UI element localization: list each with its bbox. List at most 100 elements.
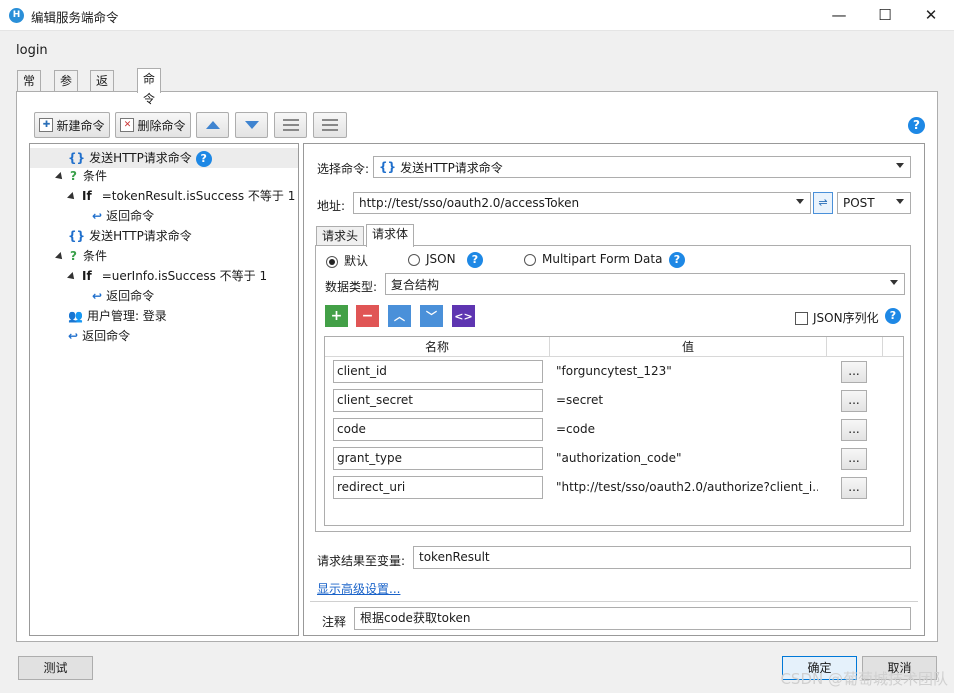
tree-item-condition[interactable]: ? 条件 (30, 166, 107, 186)
command-tree[interactable]: {} 发送HTTP请求命令 ? ? 条件 If =tokenResult.isSucc… (29, 143, 299, 636)
new-command-label: 新建命令 (56, 118, 105, 133)
tree-item-label: 发送HTTP请求命令 (89, 229, 192, 243)
select-command-value: 发送HTTP请求命令 (400, 160, 503, 175)
tab-parameters[interactable]: 参数 (54, 70, 79, 108)
maximize-button[interactable]: ☐ (862, 0, 908, 31)
add-row-button[interactable]: + (325, 305, 348, 327)
tab-request-headers[interactable]: 请求头 (316, 226, 365, 247)
help-icon[interactable]: ? (885, 308, 901, 324)
tab-return-value[interactable]: 返回值 (90, 70, 115, 128)
collapse-icon[interactable] (55, 251, 65, 262)
tree-item-http-request[interactable]: {} 发送HTTP请求命令 ? (30, 148, 298, 168)
help-icon[interactable]: ? (669, 252, 685, 268)
help-icon[interactable]: ? (467, 252, 483, 268)
address-value: http://test/sso/oauth2.0/accessToken (359, 196, 580, 210)
param-edit-button[interactable]: ... (841, 419, 867, 441)
tree-item-label: 返回命令 (106, 289, 155, 303)
param-edit-button[interactable]: ... (841, 477, 867, 499)
json-serialize-checkbox[interactable]: JSON序列化 (795, 309, 879, 326)
param-value[interactable]: "forguncytest_123" (556, 360, 818, 383)
app-logo-icon: H (9, 8, 24, 23)
chevron-down-icon (890, 280, 898, 285)
minimize-button[interactable]: — (816, 0, 862, 31)
formula-editor-icon[interactable]: ⇌ (813, 192, 833, 214)
condition-icon: ? (70, 169, 77, 183)
move-up-button[interactable] (196, 112, 229, 138)
return-icon: ↩ (92, 289, 103, 303)
outdent-button[interactable] (313, 112, 347, 138)
show-advanced-link[interactable]: 显示高级设置... (317, 580, 400, 597)
delete-command-button[interactable]: ✕ 删除命令 (115, 112, 191, 138)
param-name-input[interactable]: client_secret (333, 389, 543, 412)
tree-item-label: 返回命令 (106, 209, 155, 223)
tab-request-body[interactable]: 请求体 (366, 224, 415, 247)
delete-row-button[interactable]: − (356, 305, 379, 327)
param-edit-button[interactable]: ... (841, 448, 867, 470)
method-dropdown[interactable]: POST (837, 192, 911, 214)
result-var-input[interactable]: tokenResult (413, 546, 911, 569)
chevron-down-icon: ﹀ (426, 310, 437, 323)
collapse-icon[interactable] (67, 271, 77, 282)
new-command-button[interactable]: ✚ 新建命令 (34, 112, 110, 138)
delete-command-icon: ✕ (120, 118, 135, 132)
tree-item-label: 发送HTTP请求命令 (89, 151, 192, 165)
param-edit-button[interactable]: ... (841, 361, 867, 383)
param-value[interactable]: =secret (556, 389, 818, 412)
radio-multipart[interactable]: Multipart Form Data (524, 252, 662, 266)
json-serialize-label: JSON序列化 (813, 311, 879, 325)
param-edit-button[interactable]: ... (841, 390, 867, 412)
chevron-down-icon (796, 199, 804, 204)
return-icon: ↩ (68, 329, 79, 343)
radio-json-label: JSON (426, 252, 456, 266)
tree-item-if[interactable]: If =uerInfo.isSuccess 不等于 1 (30, 266, 267, 286)
column-header-value: 值 (550, 337, 827, 357)
tree-item-return[interactable]: ↩ 返回命令 (30, 206, 154, 226)
comment-input[interactable]: 根据code获取token (354, 607, 911, 630)
http-request-icon: {} (379, 160, 397, 174)
row-up-button[interactable]: ︿ (388, 305, 411, 327)
result-var-label: 请求结果至变量: (317, 554, 406, 568)
tree-item-if[interactable]: If =tokenResult.isSuccess 不等于 1 (30, 186, 295, 206)
indent-button[interactable] (274, 112, 307, 138)
delete-command-label: 删除命令 (137, 118, 186, 133)
param-name-input[interactable]: redirect_uri (333, 476, 543, 499)
radio-default[interactable]: 默认 (326, 252, 368, 269)
tree-item-return[interactable]: ↩ 返回命令 (30, 326, 130, 346)
collapse-icon[interactable] (55, 171, 65, 182)
row-down-button[interactable]: ﹀ (420, 305, 443, 327)
tab-commands[interactable]: 命令 (137, 68, 162, 106)
help-icon[interactable]: ? (195, 150, 212, 167)
param-name-input[interactable]: grant_type (333, 447, 543, 470)
tab-general[interactable]: 常规 (17, 70, 42, 108)
address-label: 地址: (317, 199, 346, 213)
param-value[interactable]: "http://test/sso/oauth2.0/authorize?clie… (556, 476, 818, 499)
param-name-input[interactable]: code (333, 418, 543, 441)
test-button[interactable]: 测试 (18, 656, 93, 680)
tree-item-condition[interactable]: ? 条件 (30, 246, 107, 266)
checkbox-icon (795, 312, 808, 325)
close-button[interactable]: ✕ (908, 0, 954, 31)
data-type-dropdown[interactable]: 复合结构 (385, 273, 905, 295)
param-value[interactable]: "authorization_code" (556, 447, 818, 470)
radio-json[interactable]: JSON (408, 252, 456, 266)
code-view-button[interactable]: <> (452, 305, 475, 327)
param-value[interactable]: =code (556, 418, 818, 441)
grid-header: 名称 值 (325, 337, 903, 357)
tree-item-http-request[interactable]: {} 发送HTTP请求命令 (30, 226, 192, 246)
divider (310, 601, 918, 602)
outdent-icon (322, 119, 338, 131)
radio-unchecked-icon (524, 253, 536, 266)
radio-multipart-label: Multipart Form Data (542, 252, 663, 266)
arrow-down-icon (244, 121, 259, 129)
select-command-dropdown[interactable]: {} 发送HTTP请求命令 (373, 156, 911, 178)
move-down-button[interactable] (235, 112, 268, 138)
collapse-icon[interactable] (67, 191, 77, 202)
tree-item-user-login[interactable]: 👥 用户管理: 登录 (30, 306, 167, 326)
address-input[interactable]: http://test/sso/oauth2.0/accessToken (353, 192, 811, 214)
users-icon: 👥 (68, 309, 83, 323)
param-name-input[interactable]: client_id (333, 360, 543, 383)
tree-item-label: 条件 (82, 169, 107, 183)
return-icon: ↩ (92, 209, 103, 223)
tree-item-return[interactable]: ↩ 返回命令 (30, 286, 154, 306)
help-icon[interactable]: ? (908, 117, 925, 134)
